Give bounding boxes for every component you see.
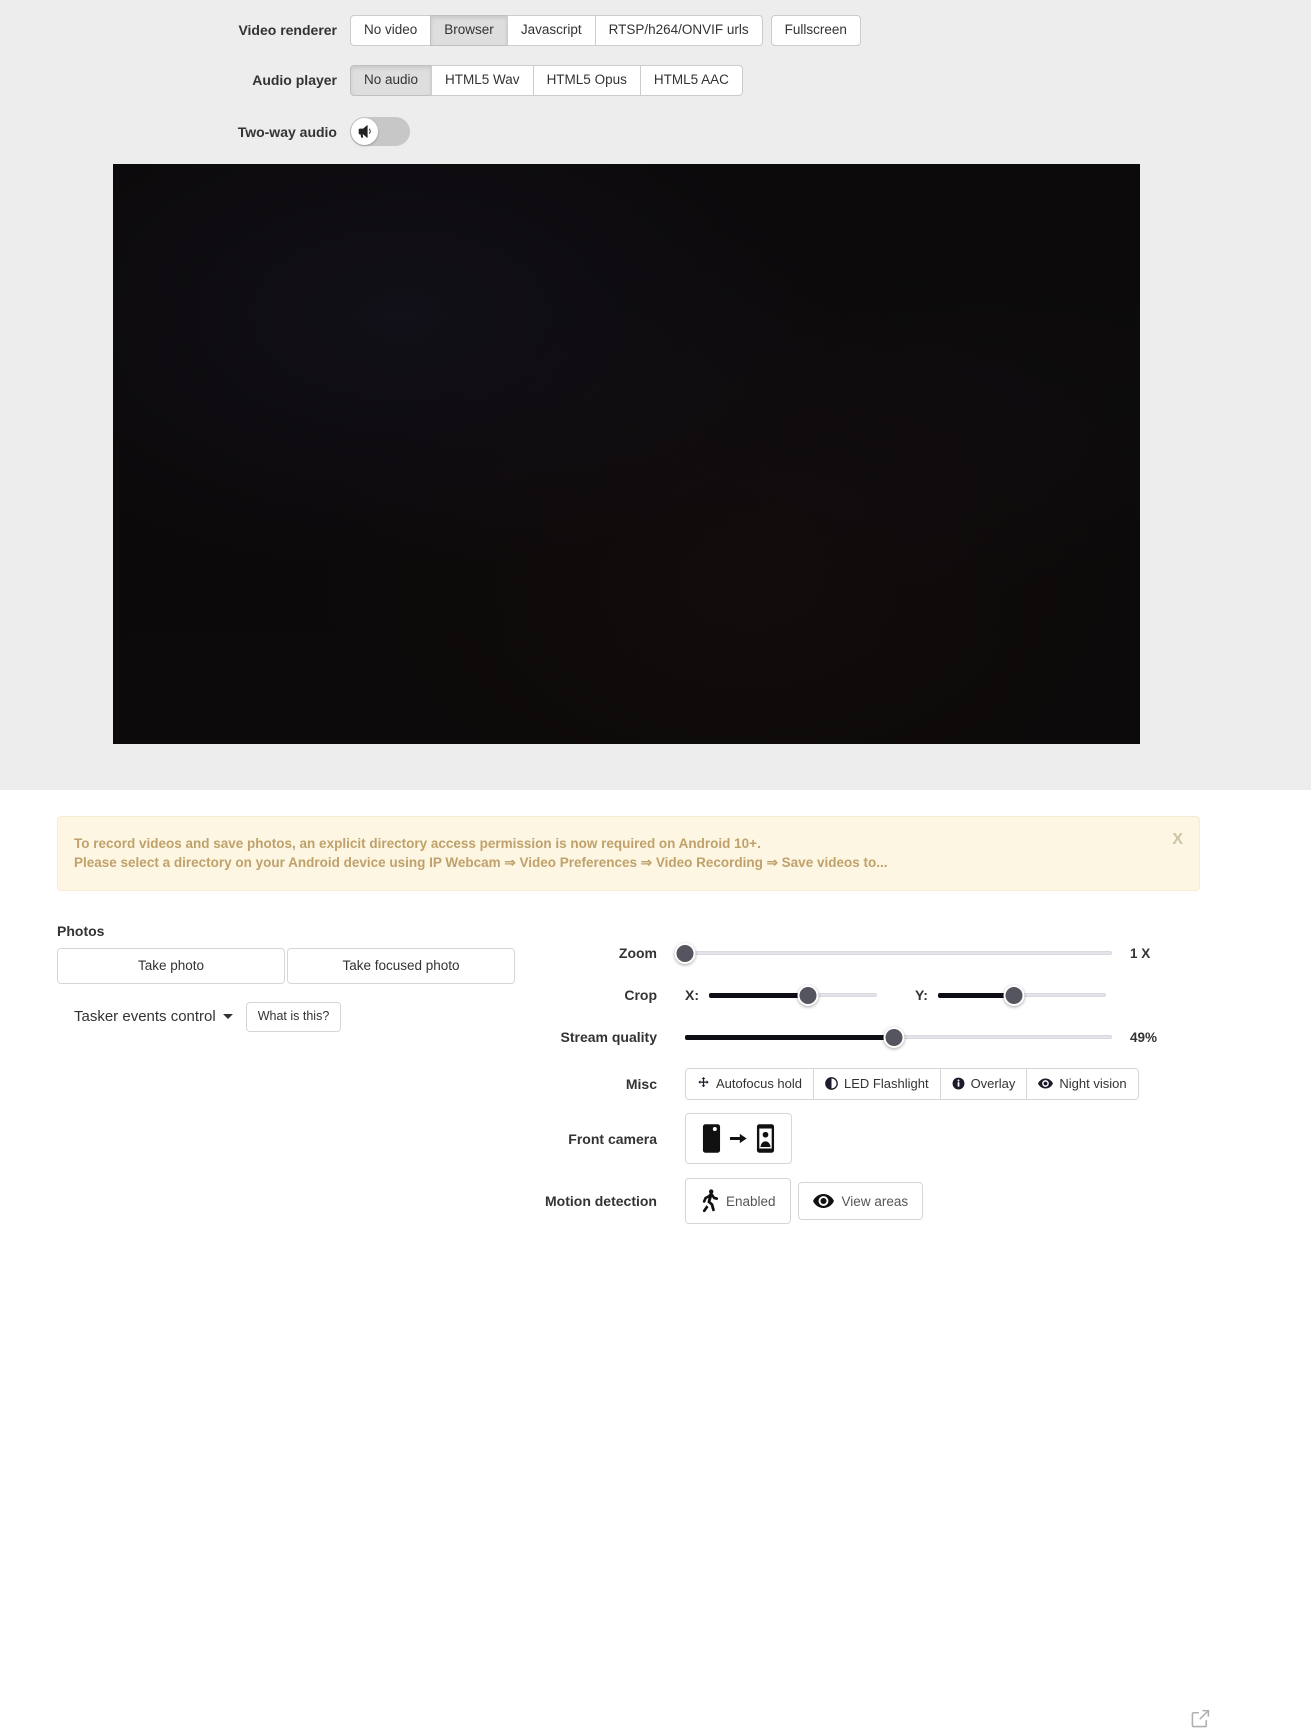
stream-quality-label: Stream quality [560, 1029, 657, 1045]
video-settings-panel: Video renderer No video Browser Javascri… [0, 0, 1311, 790]
two-way-audio-row: Two-way audio [0, 117, 410, 146]
what-is-this-button[interactable]: What is this? [245, 1002, 342, 1032]
external-link-icon[interactable] [1190, 1708, 1211, 1729]
audio-player-option-html5-aac[interactable]: HTML5 AAC [639, 65, 743, 96]
info-circle-icon [952, 1077, 965, 1090]
zoom-value: 1 X [1130, 945, 1151, 961]
autofocus-hold-label: Autofocus hold [716, 1076, 803, 1091]
stream-quality-row: Stream quality 49% [560, 1026, 1158, 1048]
front-camera-switch-button[interactable] [685, 1113, 792, 1164]
view-areas-label: View areas [841, 1193, 909, 1209]
contrast-circle-icon [825, 1077, 838, 1090]
fullscreen-button[interactable]: Fullscreen [770, 15, 861, 46]
take-focused-photo-button[interactable]: Take focused photo [287, 948, 515, 984]
audio-player-option-html5-wav[interactable]: HTML5 Wav [431, 65, 534, 96]
misc-row: Misc Autofocus hold LED Flashlight Overl… [560, 1068, 1139, 1100]
front-camera-label: Front camera [568, 1130, 657, 1147]
night-vision-button[interactable]: Night vision [1026, 1068, 1139, 1100]
alert-line-2: Please select a directory on your Androi… [74, 855, 888, 870]
permission-alert: To record videos and save photos, an exp… [57, 816, 1200, 891]
misc-button-group: Autofocus hold LED Flashlight Overlay Ni… [685, 1068, 1139, 1100]
toggle-knob [351, 118, 378, 145]
crop-y-slider-handle[interactable] [1003, 984, 1025, 1006]
two-way-audio-toggle[interactable] [350, 117, 410, 146]
eye-icon [812, 1193, 834, 1209]
take-photo-button[interactable]: Take photo [57, 948, 285, 984]
front-camera-row: Front camera [498, 1113, 792, 1164]
autofocus-hold-button[interactable]: Autofocus hold [685, 1068, 815, 1100]
megaphone-icon [357, 124, 372, 139]
tasker-events-row: Tasker events control What is this? [74, 1002, 342, 1032]
arrows-alt-icon [697, 1077, 710, 1090]
controls-panel: To record videos and save photos, an exp… [0, 790, 1311, 1728]
view-areas-button[interactable]: View areas [797, 1182, 924, 1220]
video-renderer-option-browser[interactable]: Browser [430, 15, 508, 46]
alert-line-1: To record videos and save photos, an exp… [74, 836, 761, 851]
video-renderer-option-no-video[interactable]: No video [350, 15, 432, 46]
overlay-button[interactable]: Overlay [939, 1068, 1028, 1100]
video-renderer-row: Video renderer No video Browser Javascri… [0, 15, 861, 46]
crop-x-slider-fill [709, 992, 809, 998]
stream-quality-slider-fill [685, 1034, 895, 1040]
crop-row: Crop X: Y: [560, 984, 1106, 1006]
stream-quality-slider[interactable] [685, 1026, 1112, 1048]
zoom-label: Zoom [618, 945, 657, 961]
chevron-down-icon [222, 1013, 233, 1019]
running-person-icon [700, 1189, 718, 1213]
crop-y-tag: Y: [915, 987, 928, 1003]
stream-quality-slider-handle[interactable] [883, 1026, 905, 1048]
zoom-slider-handle[interactable] [674, 942, 696, 964]
led-flashlight-button[interactable]: LED Flashlight [813, 1068, 941, 1100]
tasker-events-control-dropdown[interactable]: Tasker events control [74, 1008, 233, 1025]
audio-player-option-html5-opus[interactable]: HTML5 Opus [532, 65, 641, 96]
audio-player-label: Audio player [252, 72, 337, 89]
overlay-label: Overlay [970, 1076, 1016, 1091]
crop-label: Crop [624, 987, 657, 1003]
stream-quality-value: 49% [1130, 1029, 1158, 1045]
motion-detection-row: Motion detection Enabled View areas [430, 1178, 924, 1224]
zoom-row: Zoom 1 X [560, 942, 1151, 964]
motion-detection-enabled-button[interactable]: Enabled [685, 1178, 791, 1224]
phone-back-camera-icon [702, 1123, 721, 1154]
video-renderer-label: Video renderer [238, 22, 337, 39]
crop-x-slider[interactable] [709, 984, 877, 1006]
led-flashlight-label: LED Flashlight [844, 1076, 929, 1091]
audio-player-button-group: No audio HTML5 Wav HTML5 Opus HTML5 AAC [350, 65, 743, 96]
audio-player-option-no-audio[interactable]: No audio [350, 65, 433, 96]
motion-detection-enabled-label: Enabled [726, 1193, 776, 1209]
zoom-slider[interactable] [674, 942, 1112, 964]
crop-x-tag: X: [685, 987, 699, 1003]
video-renderer-button-group: No video Browser Javascript RTSP/h264/ON… [350, 15, 763, 46]
crop-y-slider[interactable] [937, 984, 1106, 1006]
video-renderer-option-javascript[interactable]: Javascript [506, 15, 596, 46]
crop-x-slider-handle[interactable] [797, 984, 819, 1006]
phone-front-camera-icon [756, 1123, 775, 1154]
alert-close-button[interactable]: X [1172, 832, 1183, 848]
arrow-right-icon [730, 1132, 747, 1145]
photos-button-group: Take photo Take focused photo [57, 948, 515, 984]
audio-player-row: Audio player No audio HTML5 Wav HTML5 Op… [0, 65, 743, 96]
misc-label: Misc [625, 1076, 657, 1092]
video-renderer-option-rtsp-urls[interactable]: RTSP/h264/ONVIF urls [594, 15, 763, 46]
zoom-slider-track [685, 951, 1112, 955]
night-vision-label: Night vision [1059, 1076, 1127, 1091]
motion-detection-label: Motion detection [545, 1193, 657, 1209]
photos-title: Photos [57, 923, 105, 939]
two-way-audio-label: Two-way audio [237, 123, 337, 140]
video-preview[interactable] [113, 164, 1140, 744]
tasker-events-control-label: Tasker events control [74, 1008, 216, 1026]
eye-icon [1038, 1077, 1054, 1090]
